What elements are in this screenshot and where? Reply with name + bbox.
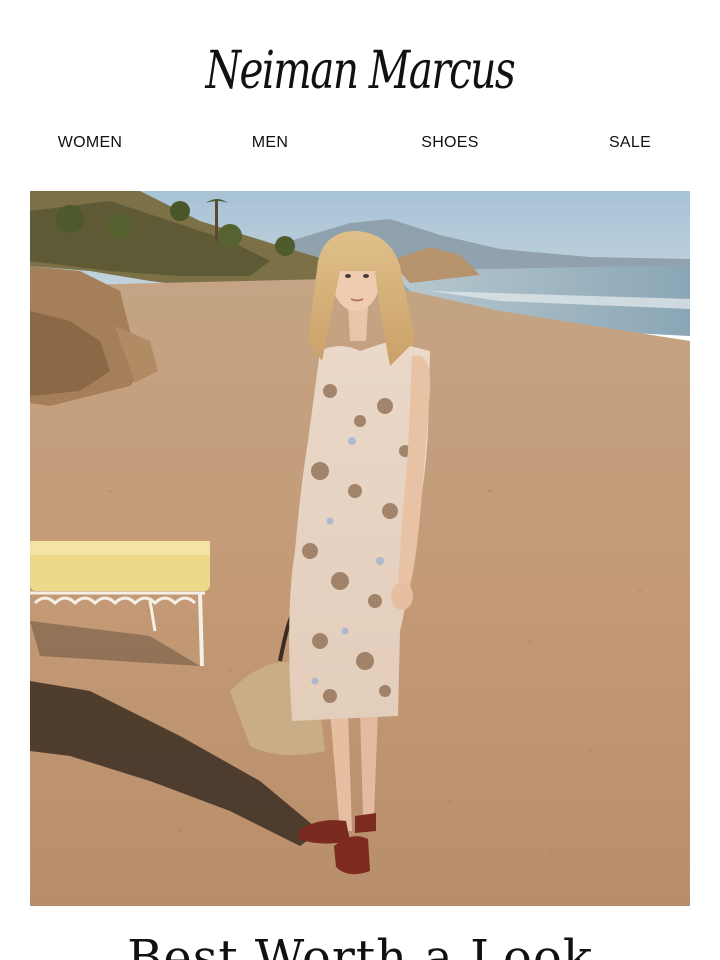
hero-photo-illustration	[30, 191, 690, 906]
headline-text: Best Worth a Look	[127, 930, 593, 960]
nav-men-link[interactable]: MEN	[210, 134, 330, 152]
nav-shoes-link[interactable]: SHOES	[390, 134, 510, 152]
email-page: Neiman Marcus WOMEN MEN SHOES SALE Best …	[0, 0, 720, 960]
nav-sale-link[interactable]: SALE	[570, 134, 690, 152]
hero-image[interactable]	[30, 191, 690, 906]
nav-women-link[interactable]: WOMEN	[30, 134, 150, 152]
category-nav: WOMEN MEN SHOES SALE	[0, 134, 720, 158]
brand-header: Neiman Marcus	[0, 28, 720, 114]
neiman-marcus-logo[interactable]: Neiman Marcus	[206, 41, 516, 101]
